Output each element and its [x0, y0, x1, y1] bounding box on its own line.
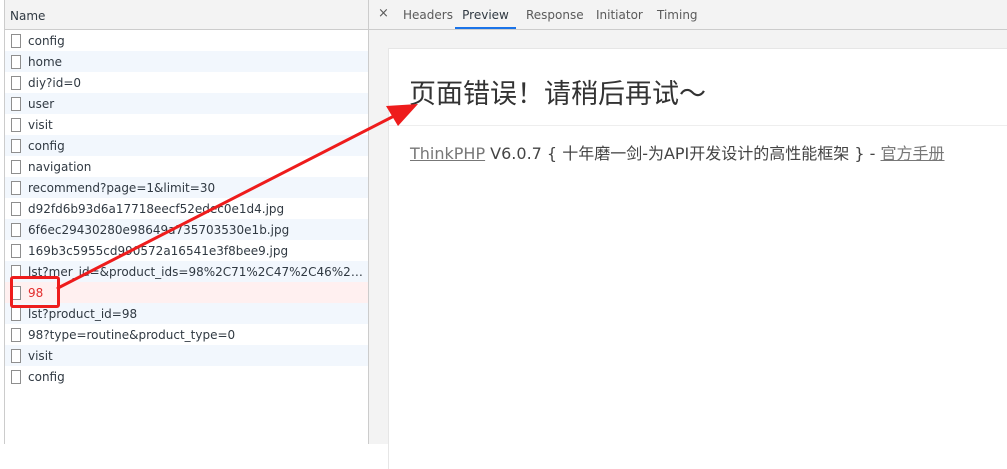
request-name: config	[28, 33, 65, 48]
request-name: 6f6ec29430280e98649a735703530e1b.jpg	[28, 222, 290, 237]
error-page: 页面错误！请稍后再试～ ThinkPHP V6.0.7 { 十年磨一剑-为API…	[388, 48, 1007, 469]
name-column-header[interactable]: Name	[5, 0, 369, 30]
request-row[interactable]: config	[5, 135, 369, 156]
request-name: 169b3c5955cd990572a16541e3f8bee9.jpg	[28, 243, 289, 258]
request-name: diy?id=0	[28, 75, 82, 90]
request-name: home	[28, 54, 63, 69]
request-name: lst?product_id=98	[28, 306, 138, 321]
annotation-highlight-box	[10, 276, 60, 308]
file-icon	[11, 159, 21, 174]
file-icon	[11, 348, 21, 363]
tab-preview[interactable]: Preview	[455, 0, 516, 29]
tab-timing[interactable]: Timing	[657, 0, 698, 29]
close-icon[interactable]: ×	[378, 6, 389, 21]
framework-info: ThinkPHP V6.0.7 { 十年磨一剑-为API开发设计的高性能框架 }…	[410, 140, 945, 164]
request-row[interactable]: user	[5, 93, 369, 114]
file-icon	[11, 33, 21, 48]
file-icon	[11, 306, 21, 321]
tab-initiator[interactable]: Initiator	[596, 0, 643, 29]
file-icon	[11, 243, 21, 258]
request-row[interactable]: d92fd6b93d6a17718eecf52edec0e1d4.jpg	[5, 198, 369, 219]
file-icon	[11, 369, 21, 384]
detail-tab-bar: × Headers Preview Response Initiator Tim…	[369, 0, 1007, 30]
request-name: d92fd6b93d6a17718eecf52edec0e1d4.jpg	[28, 201, 285, 216]
request-row[interactable]: diy?id=0	[5, 72, 369, 93]
request-row[interactable]: recommend?page=1&limit=30	[5, 177, 369, 198]
tab-response[interactable]: Response	[526, 0, 584, 29]
version-text: V6.0.7 { 十年磨一剑-为API开发设计的高性能框架 } -	[485, 144, 881, 163]
error-title: 页面错误！请稍后再试～	[409, 79, 706, 110]
request-row[interactable]: 6f6ec29430280e98649a735703530e1b.jpg	[5, 219, 369, 240]
file-icon	[11, 138, 21, 153]
request-row[interactable]: config	[5, 30, 369, 51]
request-row[interactable]: config	[5, 366, 369, 387]
manual-link[interactable]: 官方手册	[881, 144, 945, 163]
file-icon	[11, 54, 21, 69]
request-row[interactable]: visit	[5, 345, 369, 366]
request-row[interactable]: home	[5, 51, 369, 72]
request-rows: config home diy?id=0 user visit config navigat…	[5, 30, 369, 387]
file-icon	[11, 201, 21, 216]
request-name: config	[28, 369, 65, 384]
file-icon	[11, 96, 21, 111]
request-name: lst?mer_id=&product_ids=98%2C71%2C47%2C4…	[28, 264, 364, 279]
preview-pane: 页面错误！请稍后再试～ ThinkPHP V6.0.7 { 十年磨一剑-为API…	[369, 30, 1007, 469]
file-icon	[11, 180, 21, 195]
thinkphp-link[interactable]: ThinkPHP	[410, 144, 485, 163]
content-divider	[389, 125, 1007, 126]
request-name: visit	[28, 348, 53, 363]
request-name: visit	[28, 117, 53, 132]
request-row[interactable]: visit	[5, 114, 369, 135]
request-name: navigation	[28, 159, 92, 174]
file-icon	[11, 327, 21, 342]
request-name: user	[28, 96, 55, 111]
file-icon	[11, 75, 21, 90]
request-name: config	[28, 138, 65, 153]
request-name: 98?type=routine&product_type=0	[28, 327, 236, 342]
file-icon	[11, 222, 21, 237]
request-name: recommend?page=1&limit=30	[28, 180, 216, 195]
tab-headers[interactable]: Headers	[403, 0, 453, 29]
request-name: 98	[28, 285, 44, 300]
network-request-list: Name config home diy?id=0 user visit config na…	[4, 0, 370, 444]
request-row[interactable]: 98?type=routine&product_type=0	[5, 324, 369, 345]
file-icon	[11, 117, 21, 132]
request-row[interactable]: navigation	[5, 156, 369, 177]
request-row[interactable]: 169b3c5955cd990572a16541e3f8bee9.jpg	[5, 240, 369, 261]
